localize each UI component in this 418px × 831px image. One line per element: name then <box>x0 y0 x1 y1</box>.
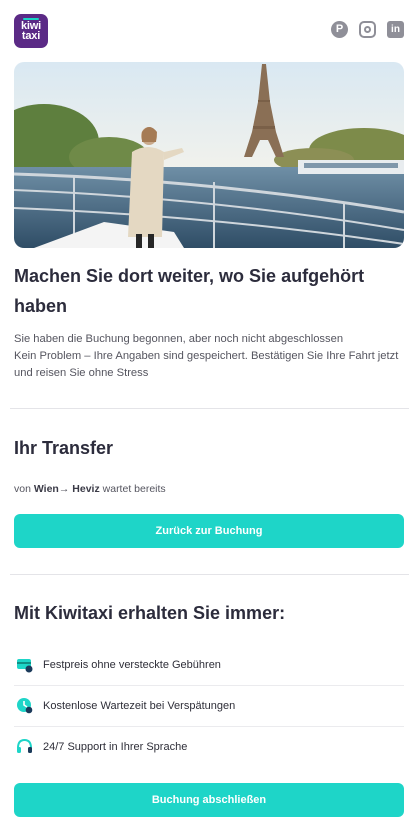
kiwitaxi-logo[interactable]: kiwi taxi <box>14 14 48 48</box>
hero-description: Sie haben die Buchung begonnen, aber noc… <box>14 331 409 382</box>
transfer-route: von Wien→ Heviz wartet bereits <box>14 482 166 496</box>
pinterest-icon[interactable]: P <box>331 21 348 38</box>
clock-check-icon <box>16 697 33 714</box>
back-to-booking-button[interactable]: Zurück zur Buchung <box>14 514 404 548</box>
route-to: Heviz <box>72 483 100 495</box>
features-title: Mit Kiwitaxi erhalten Sie immer: <box>14 603 286 623</box>
route-arrow: → <box>58 483 70 495</box>
transfer-title: Ihr Transfer <box>14 438 114 458</box>
header: kiwi taxi P in <box>14 14 404 48</box>
feature-item: 24/7 Support in Ihrer Sprache <box>14 726 404 767</box>
hero-text-line2: Kein Problem – Ihre Angaben sind gespeic… <box>14 350 399 379</box>
social-links: P in <box>331 21 404 38</box>
route-from: Wien <box>33 483 59 495</box>
logo-accent-bar <box>23 18 39 20</box>
section-divider <box>10 574 409 575</box>
price-card-icon <box>16 656 33 673</box>
headphones-icon <box>16 738 33 755</box>
linkedin-icon[interactable]: in <box>387 21 404 38</box>
feature-item: Kostenlose Wartezeit bei Verspätungen <box>14 685 404 726</box>
complete-booking-button[interactable]: Buchung abschließen <box>14 783 404 817</box>
feature-label: Festpreis ohne versteckte Gebühren <box>43 658 221 671</box>
route-suffix: wartet bereits <box>102 483 166 495</box>
feature-label: Kostenlose Wartezeit bei Verspätungen <box>43 699 236 712</box>
logo-text-line2: taxi <box>21 30 41 42</box>
route-prefix: von <box>14 483 31 495</box>
section-divider <box>10 408 409 409</box>
hero-image <box>14 62 404 248</box>
hero-text-line1: Sie haben die Buchung begonnen, aber noc… <box>14 333 344 345</box>
hero-title: Machen Sie dort weiter, wo Sie aufgehört… <box>14 266 365 316</box>
feature-label: 24/7 Support in Ihrer Sprache <box>43 740 188 753</box>
feature-item: Festpreis ohne versteckte Gebühren <box>14 644 404 685</box>
instagram-icon[interactable] <box>359 21 376 38</box>
